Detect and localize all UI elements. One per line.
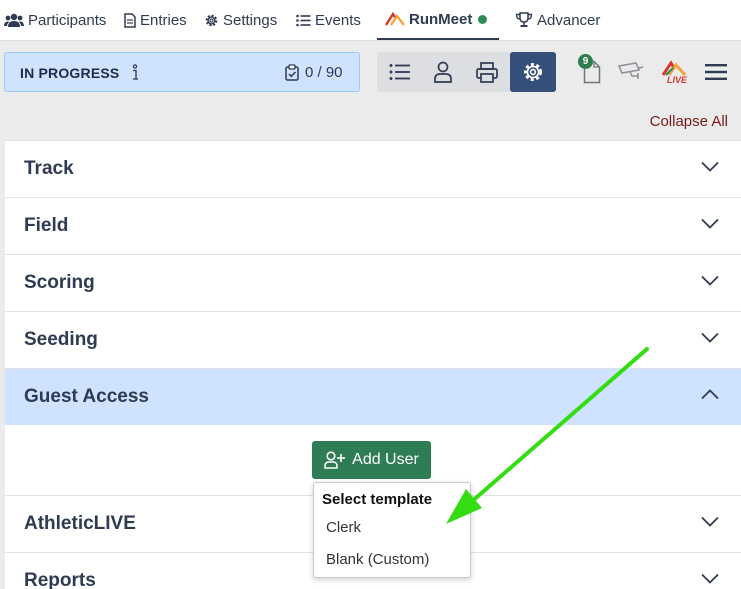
section-field-label: Field	[24, 215, 69, 236]
online-status-dot	[478, 14, 488, 24]
gear-icon	[524, 63, 542, 81]
section-field: Field	[5, 197, 741, 254]
nav-settings[interactable]: Settings	[204, 0, 277, 40]
nav-runmeet-label: RunMeet	[409, 10, 473, 28]
section-athleticlive-label: AthleticLIVE	[24, 513, 136, 534]
chevron-up-icon	[701, 389, 719, 400]
status-count: 0 / 90	[285, 64, 343, 81]
nav-advancer-label: Advancer	[537, 11, 601, 29]
status-count-value: 0 / 90	[305, 64, 343, 81]
template-dropdown: Select template Clerk Blank (Custom)	[313, 482, 471, 578]
chevron-down-icon	[701, 275, 719, 286]
document-icon	[124, 12, 136, 28]
section-track-label: Track	[24, 158, 74, 179]
section-guest-access-header[interactable]: Guest Access	[5, 369, 741, 425]
add-user-label: Add User	[352, 451, 419, 468]
meet-status-box: IN PROGRESS 0 / 90	[4, 52, 360, 92]
template-option-clerk[interactable]: Clerk	[314, 512, 470, 542]
section-track: Track	[5, 140, 741, 197]
nav-participants[interactable]: Participants	[4, 0, 106, 40]
live-label: LIVE	[666, 74, 687, 85]
section-reports-label: Reports	[24, 570, 96, 589]
section-seeding: Seeding	[5, 311, 741, 368]
user-icon	[434, 61, 452, 83]
list-icon	[389, 64, 410, 80]
settings-view-button[interactable]	[510, 52, 556, 92]
section-guest-access: Guest Access	[5, 368, 741, 425]
nav-events[interactable]: Events	[296, 0, 361, 40]
info-icon[interactable]	[130, 64, 140, 82]
list-view-button[interactable]	[378, 52, 422, 92]
users-icon	[4, 13, 24, 27]
chevron-down-icon	[701, 161, 719, 172]
trophy-icon	[515, 12, 533, 27]
section-track-header[interactable]: Track	[5, 141, 741, 197]
athletic-live-logo-icon	[661, 59, 687, 76]
nav-entries-label: Entries	[140, 11, 187, 29]
section-guest-access-label: Guest Access	[24, 386, 149, 407]
section-field-header[interactable]: Field	[5, 198, 741, 254]
athletic-live-button[interactable]: LIVE	[658, 55, 690, 89]
top-nav: Participants Entries Settings Events Run…	[0, 0, 741, 41]
camera-button[interactable]	[615, 55, 645, 89]
menu-button[interactable]	[704, 55, 728, 89]
gear-icon	[205, 14, 218, 26]
nav-entries[interactable]: Entries	[124, 0, 187, 40]
add-user-button[interactable]: Add User	[312, 441, 431, 479]
security-camera-icon	[617, 62, 644, 79]
status-label: IN PROGRESS	[20, 65, 120, 81]
section-seeding-header[interactable]: Seeding	[5, 312, 741, 368]
user-plus-icon	[324, 451, 346, 469]
list-icon	[296, 14, 311, 26]
section-scoring: Scoring	[5, 254, 741, 311]
print-button[interactable]	[465, 52, 509, 92]
chevron-down-icon	[701, 573, 719, 584]
chevron-down-icon	[701, 516, 719, 527]
view-toolbar	[377, 52, 556, 92]
template-dropdown-header: Select template	[322, 491, 433, 508]
runmeet-logo-icon	[385, 12, 405, 26]
chevron-down-icon	[701, 218, 719, 229]
nav-runmeet[interactable]: RunMeet	[377, 0, 499, 40]
nav-participants-label: Participants	[28, 11, 107, 29]
user-view-button[interactable]	[421, 52, 465, 92]
hamburger-menu-icon	[705, 64, 727, 80]
template-option-blank-custom[interactable]: Blank (Custom)	[314, 544, 470, 574]
printer-icon	[476, 61, 498, 83]
section-scoring-header[interactable]: Scoring	[5, 255, 741, 311]
chevron-down-icon	[701, 332, 719, 343]
nav-settings-label: Settings	[223, 11, 278, 29]
section-seeding-label: Seeding	[24, 329, 98, 350]
document-count-badge: 9	[578, 54, 593, 69]
collapse-all-link[interactable]: Collapse All	[650, 113, 728, 130]
nav-advancer[interactable]: Advancer	[515, 0, 600, 40]
nav-events-label: Events	[315, 11, 361, 29]
clipboard-check-icon	[285, 64, 299, 81]
section-scoring-label: Scoring	[24, 272, 95, 293]
